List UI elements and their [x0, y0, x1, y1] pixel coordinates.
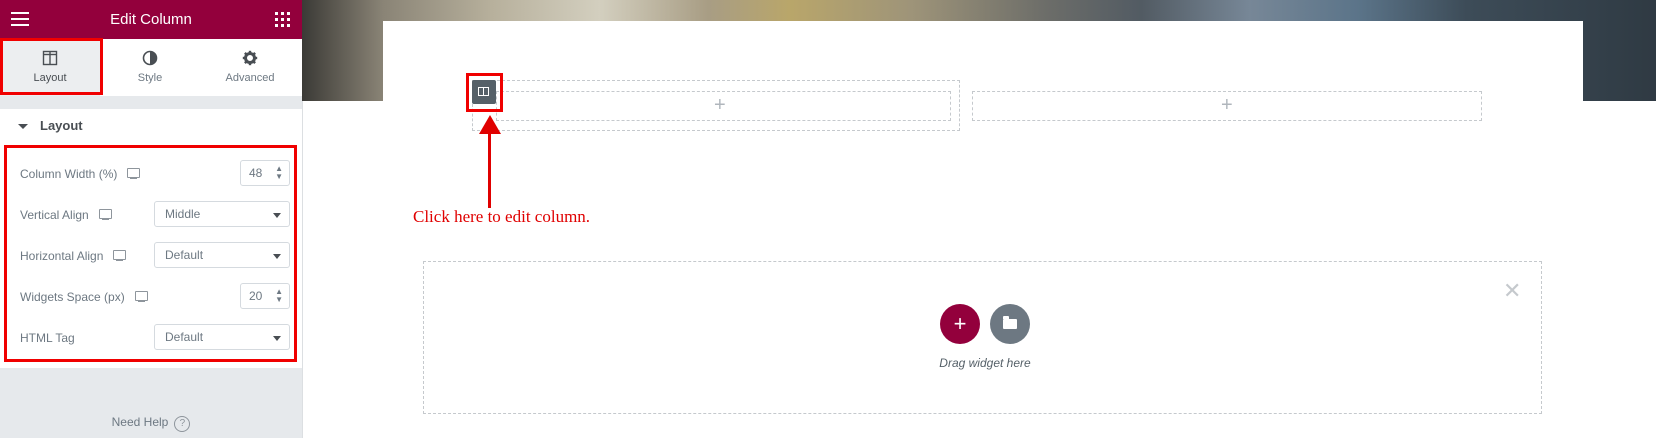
panel-title: Edit Column: [110, 11, 192, 28]
gear-icon: [242, 50, 258, 66]
tab-advanced-label: Advanced: [225, 72, 275, 84]
half-circle-icon: [142, 50, 158, 66]
folder-icon: [1003, 316, 1017, 329]
add-section-button[interactable]: +: [940, 304, 980, 344]
annotation-text: Click here to edit column.: [413, 207, 591, 226]
template-library-button[interactable]: [990, 304, 1030, 344]
tab-style[interactable]: Style: [100, 39, 200, 96]
caret-down-icon: [18, 124, 28, 129]
plus-icon[interactable]: +: [1221, 95, 1233, 115]
column-empty-area-2[interactable]: +: [972, 91, 1482, 121]
drag-widget-text: Drag widget here: [939, 356, 1031, 370]
tab-style-label: Style: [137, 72, 163, 84]
section-title: Layout: [40, 118, 83, 133]
highlight-layout-controls: [4, 145, 297, 362]
need-help-link[interactable]: Need Help?: [0, 415, 302, 432]
tab-advanced[interactable]: Advanced: [200, 39, 300, 96]
column-empty-area-1[interactable]: +: [496, 91, 951, 121]
annotation-arrow-line: [488, 131, 491, 208]
plus-icon[interactable]: +: [714, 95, 726, 115]
highlight-layout-tab: [0, 38, 103, 95]
highlight-column-handle: [466, 73, 503, 112]
panel-header: Edit Column: [0, 0, 302, 39]
question-icon: ?: [174, 416, 191, 432]
layout-section-header[interactable]: Layout: [0, 109, 302, 144]
grid-icon[interactable]: [275, 12, 290, 27]
widget-drop-zone[interactable]: [423, 261, 1542, 414]
close-icon[interactable]: ✕: [1503, 280, 1521, 302]
